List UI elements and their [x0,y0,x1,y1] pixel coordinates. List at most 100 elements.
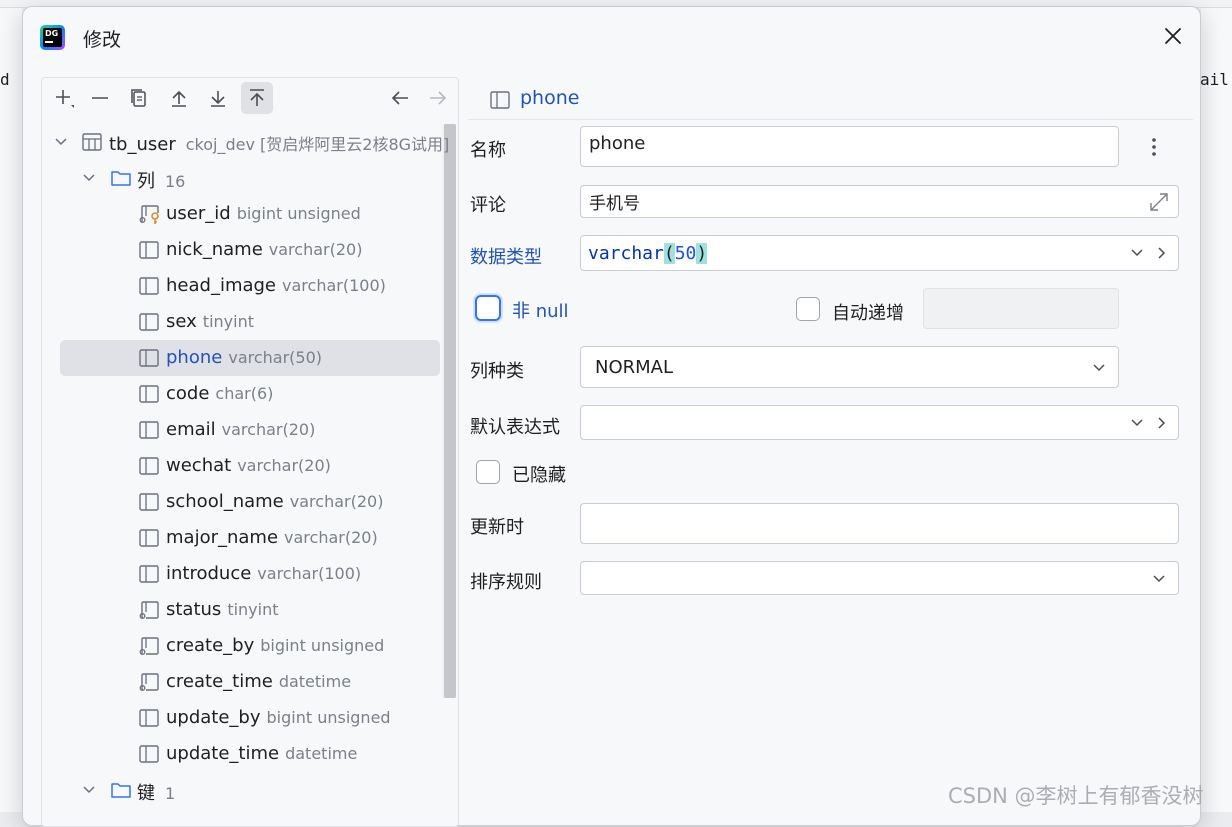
tree-column-row[interactable]: sex tinyint [42,304,440,340]
autoincrement-label: 自动递增 [832,303,904,324]
modify-dialog: DG 修改 tb_user ckoj_dev [贺启烨阿里云2核8G试用] 列 … [22,6,1201,827]
column-name: create_time [166,671,273,692]
column-name: introduce [166,563,252,584]
column-kind-value: NORMAL [595,356,674,378]
column-icon [139,493,159,511]
tree-column-row[interactable]: introduce varchar(100) [42,556,440,592]
column-name: nick_name [166,239,263,260]
ide-right-editor [1201,8,1232,812]
column-type: bigint unsigned [236,204,361,223]
move-to-top-icon[interactable] [241,82,273,114]
move-up-icon[interactable] [163,82,195,114]
on-update-field[interactable] [580,503,1179,544]
comment-label: 评论 [470,195,506,216]
folder-icon [111,171,131,186]
chevron-right-icon[interactable] [1154,416,1168,430]
chevron-down-icon[interactable] [82,783,96,797]
notnull-column-icon [139,637,159,655]
ide-left-text: d [0,70,10,89]
comment-value: 手机号 [589,194,640,214]
collation-label: 排序规则 [470,572,542,593]
default-expression-label: 默认表达式 [470,417,560,438]
add-icon[interactable] [48,82,80,114]
more-options-icon[interactable] [1144,135,1164,159]
default-expression-field[interactable] [580,405,1179,440]
dialog-titlebar: DG 修改 [23,7,1200,67]
column-kind-select[interactable]: NORMAL [580,346,1119,388]
tree-column-row[interactable]: user_id bigint unsigned [42,196,440,232]
notnull-column-icon [139,601,159,619]
tree-column-row[interactable]: school_name varchar(20) [42,484,440,520]
back-arrow-icon[interactable] [384,82,416,114]
autoincrement-checkbox[interactable] [796,297,820,321]
tree-column-row[interactable]: create_by bigint unsigned [42,628,440,664]
datatype-close-paren: ) [696,242,708,264]
tree-column-row[interactable]: nick_name varchar(20) [42,232,440,268]
column-type: varchar(20) [237,456,331,475]
column-type: tinyint [202,312,254,331]
notnull-label: 非 null [512,301,569,322]
ide-right-text: ail [1200,70,1229,89]
column-icon [490,91,510,109]
forward-arrow-icon[interactable] [422,82,454,114]
autoincrement-start-field[interactable] [923,288,1119,329]
tree-column-row[interactable]: head_image varchar(100) [42,268,440,304]
chevron-down-icon[interactable] [1130,246,1144,260]
structure-tree-panel: tb_user ckoj_dev [贺启烨阿里云2核8G试用] 列 16 user_… [41,77,459,827]
column-icon [139,421,159,439]
column-icon [139,565,159,583]
tree-column-row[interactable]: update_by bigint unsigned [42,700,440,736]
column-type: char(6) [215,384,274,403]
tree-column-row[interactable]: wechat varchar(20) [42,448,440,484]
comment-field[interactable]: 手机号 [580,185,1179,218]
column-icon [139,709,159,727]
header-separator [468,119,1193,120]
column-type: bigint unsigned [266,708,391,727]
datatype-name: varchar [588,242,664,264]
chevron-down-icon[interactable] [1152,572,1166,586]
column-type: varchar(100) [282,276,386,295]
column-type: varchar(20) [221,420,316,439]
close-icon[interactable] [1158,21,1188,51]
keys-folder-count: 1 [165,784,176,803]
keys-folder-label: 键 [137,783,155,804]
tree-column-row[interactable]: code char(6) [42,376,440,412]
column-name: create_by [166,635,255,656]
name-label: 名称 [470,140,506,161]
chevron-down-icon[interactable] [1092,361,1106,375]
remove-icon[interactable] [84,82,116,114]
table-name: tb_user [109,134,176,155]
tree-keys-folder[interactable]: 键1 [42,772,440,808]
chevron-down-icon[interactable] [1130,416,1144,430]
tree-table-node[interactable]: tb_user ckoj_dev [贺启烨阿里云2核8G试用] [42,124,449,160]
tree-column-row[interactable]: update_time datetime [42,736,440,772]
chevron-down-icon[interactable] [82,171,96,185]
tree-scrollbar-thumb[interactable] [444,124,456,698]
collation-select[interactable] [580,561,1179,595]
chevron-right-icon[interactable] [1154,246,1168,260]
copy-icon[interactable] [123,82,155,114]
tree-column-row[interactable]: major_name varchar(20) [42,520,440,556]
tree-column-row[interactable]: phone varchar(50) [60,340,440,376]
tree-columns-folder[interactable]: 列 16 [42,160,440,196]
on-update-label: 更新时 [470,517,524,538]
expand-icon[interactable] [1148,191,1170,213]
column-type: datetime [278,672,352,691]
column-name: update_by [166,707,261,728]
name-field[interactable]: phone [580,126,1119,167]
folder-icon [111,783,131,798]
datatype-field[interactable]: varchar(50) [580,235,1179,271]
column-name: user_id [166,203,231,224]
tree-column-row[interactable]: status tinyint [42,592,440,628]
column-header: phone [520,87,580,109]
move-down-icon[interactable] [202,82,234,114]
tree-column-row[interactable]: create_time datetime [42,664,440,700]
notnull-checkbox[interactable] [475,295,501,321]
column-type: bigint unsigned [260,636,385,655]
column-icon [139,745,159,763]
chevron-down-icon[interactable] [54,135,68,149]
hidden-checkbox[interactable] [476,460,500,484]
tree-column-row[interactable]: email varchar(20) [42,412,440,448]
hidden-label: 已隐藏 [512,465,566,486]
column-icon [139,277,159,295]
